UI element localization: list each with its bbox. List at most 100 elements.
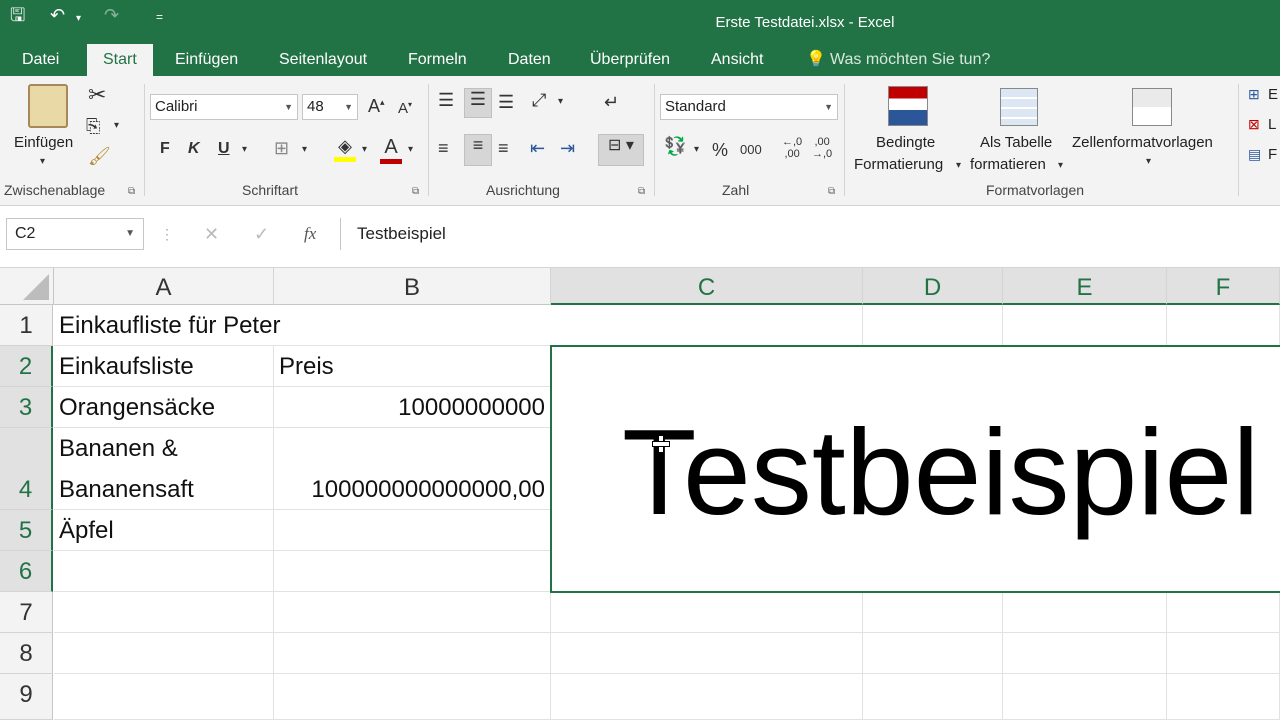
- enter-icon[interactable]: ✓: [254, 224, 269, 245]
- format-cells-label[interactable]: F: [1268, 146, 1277, 163]
- cell-d9[interactable]: [863, 674, 1003, 720]
- accounting-format-icon[interactable]: 💱: [664, 136, 686, 157]
- number-launcher-icon[interactable]: ⧉: [828, 186, 835, 197]
- cell-b2[interactable]: Preis: [274, 346, 551, 387]
- clipboard-launcher-icon[interactable]: ⧉: [128, 186, 135, 197]
- borders-dropdown-icon[interactable]: ▾: [302, 144, 307, 155]
- row-header-9[interactable]: 9: [0, 674, 53, 720]
- tab-seitenlayout[interactable]: Seitenlayout: [279, 50, 367, 76]
- cell-e9[interactable]: [1003, 674, 1167, 720]
- cell-a2[interactable]: Einkaufsliste: [54, 346, 274, 387]
- align-bottom-icon[interactable]: ☰: [498, 92, 514, 113]
- format-as-table-dropdown-icon[interactable]: ▾: [1058, 160, 1063, 171]
- cell-b4[interactable]: 100000000000000,00: [274, 428, 551, 510]
- increase-indent-icon[interactable]: ⇥: [560, 138, 575, 159]
- cell-c9[interactable]: [551, 674, 863, 720]
- cell-e1[interactable]: [1003, 305, 1167, 346]
- cell-b3[interactable]: 10000000000: [274, 387, 551, 428]
- cell-a6[interactable]: [54, 551, 274, 592]
- wrap-text-icon[interactable]: ↵: [604, 92, 619, 113]
- cut-icon[interactable]: ✂: [88, 82, 106, 108]
- cell-e7[interactable]: [1003, 592, 1167, 633]
- copy-icon[interactable]: ⎘: [86, 116, 100, 137]
- conditional-formatting-label-2[interactable]: Formatierung: [854, 156, 943, 173]
- row-header-1[interactable]: 1: [0, 305, 53, 346]
- grow-font-icon[interactable]: A▴: [368, 96, 385, 117]
- cell-styles-icon[interactable]: [1132, 88, 1172, 126]
- row-header-4[interactable]: 4: [0, 428, 53, 510]
- delete-cells-icon[interactable]: ⊠: [1248, 116, 1260, 133]
- column-header-d[interactable]: D: [863, 268, 1003, 305]
- row-header-2[interactable]: 2: [0, 346, 53, 387]
- align-top-icon[interactable]: ☰: [438, 90, 454, 111]
- paste-icon[interactable]: [28, 84, 68, 128]
- number-format-combo[interactable]: Standard ▼: [660, 94, 838, 120]
- font-launcher-icon[interactable]: ⧉: [412, 186, 419, 197]
- orientation-icon[interactable]: ⤢: [532, 90, 546, 111]
- column-header-a[interactable]: A: [54, 268, 274, 305]
- cell-a4[interactable]: Bananen & Bananensaft: [54, 428, 274, 510]
- insert-cells-icon[interactable]: ⊞: [1248, 86, 1260, 103]
- name-box[interactable]: C2 ▼: [6, 218, 144, 250]
- cell-f8[interactable]: [1167, 633, 1280, 674]
- row-header-5[interactable]: 5: [0, 510, 53, 551]
- thousands-separator-button[interactable]: 000: [740, 142, 762, 157]
- merge-center-icon[interactable]: ⊟ ▾: [598, 134, 644, 166]
- conditional-dropdown-icon[interactable]: ▾: [956, 160, 961, 171]
- row-header-7[interactable]: 7: [0, 592, 53, 633]
- row-header-3[interactable]: 3: [0, 387, 53, 428]
- format-as-table-icon[interactable]: [1000, 88, 1038, 126]
- cell-a9[interactable]: [54, 674, 274, 720]
- format-as-table-label-2[interactable]: formatieren: [970, 156, 1046, 173]
- copy-dropdown-icon[interactable]: ▾: [114, 120, 119, 131]
- font-name-combo[interactable]: Calibri ▼: [150, 94, 298, 120]
- formula-input[interactable]: Testbeispiel: [340, 218, 1280, 250]
- delete-cells-label[interactable]: L: [1268, 116, 1276, 133]
- bold-button[interactable]: F: [160, 140, 170, 158]
- cell-a7[interactable]: [54, 592, 274, 633]
- cell-b7[interactable]: [274, 592, 551, 633]
- align-right-icon[interactable]: ≡: [498, 138, 509, 159]
- cell-d8[interactable]: [863, 633, 1003, 674]
- tab-ansicht[interactable]: Ansicht: [711, 50, 763, 76]
- fill-color-dropdown-icon[interactable]: ▾: [362, 144, 367, 155]
- percent-button[interactable]: %: [712, 140, 728, 161]
- cell-d1[interactable]: [863, 305, 1003, 346]
- font-size-combo[interactable]: 48 ▼: [302, 94, 358, 120]
- decrease-indent-icon[interactable]: ⇤: [530, 138, 545, 159]
- font-color-dropdown-icon[interactable]: ▾: [408, 144, 413, 155]
- cell-b6[interactable]: [274, 551, 551, 592]
- align-center-icon[interactable]: ≡: [464, 134, 492, 166]
- tab-daten[interactable]: Daten: [508, 50, 551, 76]
- conditional-formatting-icon[interactable]: [888, 86, 928, 126]
- cell-f9[interactable]: [1167, 674, 1280, 720]
- merged-cell-c2[interactable]: Testbeispiel: [550, 345, 1280, 593]
- orientation-dropdown-icon[interactable]: ▾: [558, 96, 563, 107]
- underline-button[interactable]: U: [218, 140, 230, 158]
- cell-d7[interactable]: [863, 592, 1003, 633]
- cell-b5[interactable]: [274, 510, 551, 551]
- format-painter-icon[interactable]: 🖌: [88, 146, 111, 167]
- column-header-e[interactable]: E: [1003, 268, 1167, 305]
- select-all-button[interactable]: [0, 268, 54, 305]
- italic-button[interactable]: K: [188, 140, 200, 158]
- tab-ueberpruefen[interactable]: Überprüfen: [590, 50, 670, 76]
- underline-dropdown-icon[interactable]: ▾: [242, 144, 247, 155]
- fill-color-icon[interactable]: ◈: [334, 136, 356, 162]
- cell-f7[interactable]: [1167, 592, 1280, 633]
- tell-me-box[interactable]: Was möchten Sie tun?: [830, 50, 990, 76]
- format-as-table-label-1[interactable]: Als Tabelle: [980, 134, 1052, 151]
- accounting-dropdown-icon[interactable]: ▾: [694, 144, 699, 155]
- cell-a1[interactable]: Einkaufliste für Peter: [54, 305, 551, 346]
- tab-start[interactable]: Start: [87, 44, 153, 76]
- cancel-icon[interactable]: ✕: [204, 224, 219, 245]
- conditional-formatting-label-1[interactable]: Bedingte: [876, 134, 935, 151]
- column-header-b[interactable]: B: [274, 268, 551, 305]
- row-header-6[interactable]: 6: [0, 551, 53, 592]
- borders-icon[interactable]: ⊞: [274, 138, 289, 159]
- increase-decimal-icon[interactable]: ←,0,00: [782, 136, 802, 160]
- cell-c8[interactable]: [551, 633, 863, 674]
- chevron-down-icon[interactable]: ▼: [125, 219, 135, 249]
- align-middle-icon[interactable]: ☰: [464, 88, 492, 118]
- font-color-icon[interactable]: A: [380, 136, 402, 164]
